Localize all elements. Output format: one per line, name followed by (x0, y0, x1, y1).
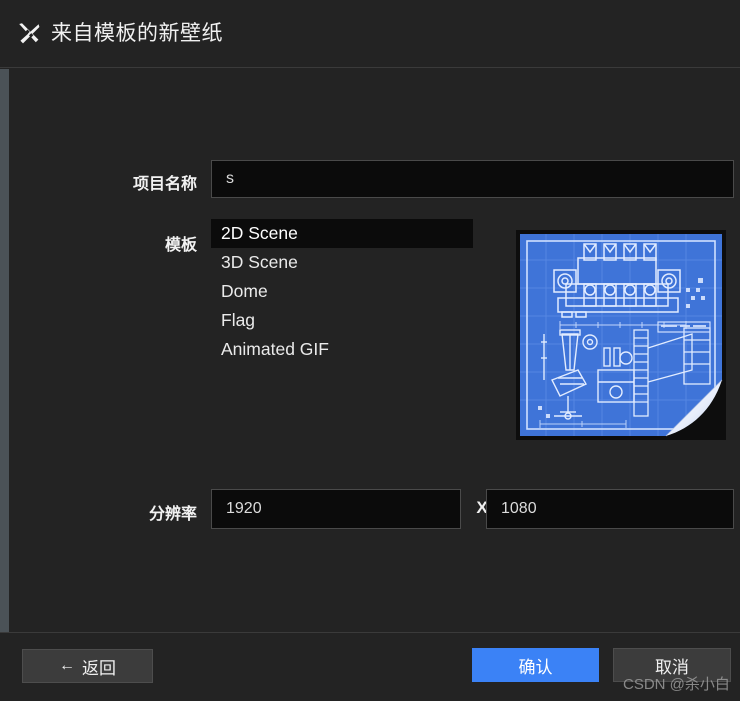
template-option-3d-scene[interactable]: 3D Scene (211, 248, 473, 277)
dialog-titlebar: 来自模板的新壁纸 (0, 0, 740, 68)
back-button[interactable]: ← 返回 (22, 649, 153, 683)
back-button-label: 返回 (82, 658, 116, 678)
dialog-body: 项目名称 模板 2D Scene 3D Scene Dome Flag Anim… (9, 69, 740, 632)
template-label: 模板 (164, 237, 197, 254)
arrow-left-icon: ← (59, 657, 75, 674)
template-option-animated-gif[interactable]: Animated GIF (211, 335, 473, 364)
confirm-button[interactable]: 确认 (472, 648, 599, 682)
resolution-height-input[interactable] (486, 489, 734, 529)
dialog-title: 来自模板的新壁纸 (51, 22, 223, 45)
template-option-2d-scene[interactable]: 2D Scene (211, 219, 473, 248)
new-wallpaper-dialog: 来自模板的新壁纸 项目名称 模板 2D Scene 3D Scene Dome … (0, 0, 740, 701)
template-option-flag[interactable]: Flag (211, 306, 473, 335)
crossed-tools-icon (16, 21, 51, 47)
template-list[interactable]: 2D Scene 3D Scene Dome Flag Animated GIF (211, 219, 473, 365)
confirm-button-label: 确认 (518, 657, 553, 677)
blueprint-thumbnail (516, 230, 726, 440)
cancel-button[interactable]: 取消 (613, 648, 731, 682)
project-name-input[interactable] (211, 160, 734, 198)
dialog-footer: ← 返回 确认 取消 (0, 632, 740, 701)
project-name-label: 项目名称 (132, 176, 197, 193)
cancel-button-label: 取消 (655, 657, 689, 677)
template-option-dome[interactable]: Dome (211, 277, 473, 306)
left-edge-scrollbar[interactable] (0, 69, 9, 632)
resolution-label: 分辨率 (148, 506, 197, 523)
resolution-width-input[interactable] (211, 489, 461, 529)
